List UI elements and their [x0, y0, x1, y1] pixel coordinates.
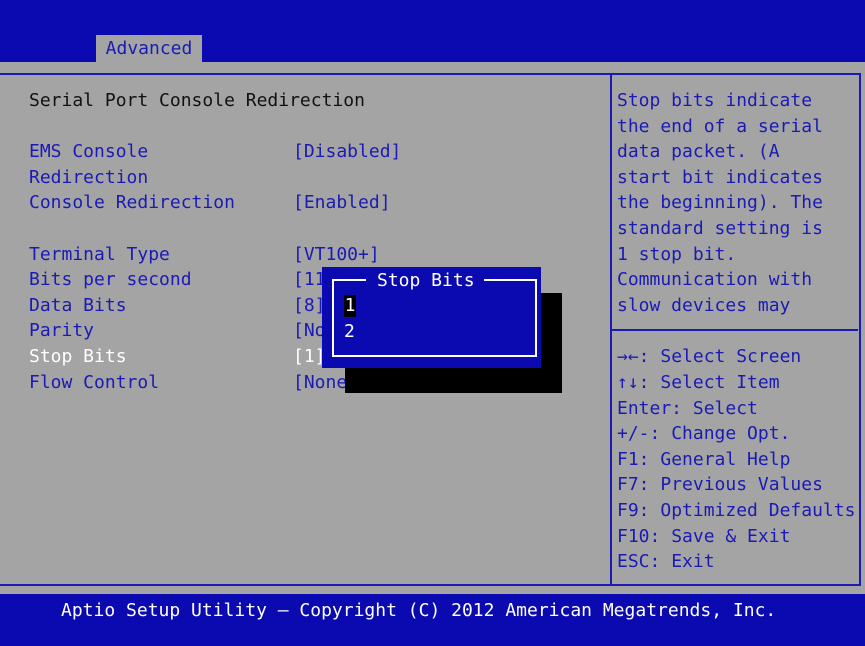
- key-name: F9:: [617, 500, 650, 521]
- key-help-item: F1: General Help: [617, 447, 790, 473]
- key-help-item: F7: Previous Values: [617, 472, 823, 498]
- key-name: Enter:: [617, 398, 683, 419]
- key-name: ↑↓:: [617, 372, 650, 393]
- setting-value-data-bits[interactable]: [8]: [293, 293, 326, 319]
- key-name: F10:: [617, 526, 661, 547]
- help-text-line: start bit indicates: [617, 167, 823, 188]
- help-text-line: Communication with: [617, 269, 813, 290]
- setting-value-console-redirection[interactable]: [Enabled]: [293, 190, 391, 216]
- setting-label-terminal-type[interactable]: Terminal Type: [29, 242, 170, 268]
- help-divider: [612, 329, 858, 331]
- key-action: General Help: [660, 449, 791, 470]
- setting-label-flow-control[interactable]: Flow Control: [29, 370, 159, 396]
- key-name: F7:: [617, 474, 650, 495]
- setting-label-ems-console[interactable]: EMS Console: [29, 139, 148, 165]
- page-title: Serial Port Console Redirection: [29, 90, 365, 111]
- setting-label-parity[interactable]: Parity: [29, 318, 94, 344]
- key-action: Save & Exit: [671, 526, 791, 547]
- key-action: Optimized Defaults: [660, 500, 856, 521]
- key-name: +/-:: [617, 423, 661, 444]
- popup-option-1[interactable]: 1: [344, 295, 356, 317]
- popup-border-top-right: [484, 279, 537, 281]
- key-name: →←:: [617, 346, 650, 367]
- popup-border-top-left: [332, 279, 366, 281]
- footer-copyright: Aptio Setup Utility – Copyright (C) 2012…: [61, 600, 777, 621]
- help-text-line: standard setting is: [617, 218, 823, 239]
- help-text-line: Stop bits indicate: [617, 90, 813, 111]
- help-text-line: data packet. (A: [617, 141, 780, 162]
- key-action: Exit: [671, 551, 715, 572]
- key-action: Select Screen: [660, 346, 802, 367]
- key-help-item: F10: Save & Exit: [617, 524, 790, 550]
- key-action: Previous Values: [660, 474, 823, 495]
- setting-value-flow-control[interactable]: [None: [293, 370, 347, 396]
- help-text-line: the beginning). The: [617, 192, 823, 213]
- setting-value-bits-per-second[interactable]: [11: [293, 267, 326, 293]
- key-help-item: →←: Select Screen: [617, 344, 801, 370]
- key-help-item: ESC: Exit: [617, 549, 715, 575]
- setting-label-data-bits[interactable]: Data Bits: [29, 293, 127, 319]
- key-action: Select: [692, 398, 758, 419]
- help-text-line: slow devices may: [617, 295, 791, 316]
- setting-value-ems-console[interactable]: [Disabled]: [293, 139, 401, 165]
- popup-title: Stop Bits: [377, 270, 475, 291]
- key-action: Change Opt.: [671, 423, 791, 444]
- key-help-item: Enter: Select: [617, 396, 758, 422]
- key-name: ESC:: [617, 551, 661, 572]
- setting-label-stop-bits[interactable]: Stop Bits: [29, 344, 127, 370]
- setting-label-bits-per-second[interactable]: Bits per second: [29, 267, 192, 293]
- key-help-item: F9: Optimized Defaults: [617, 498, 855, 524]
- setting-value-terminal-type[interactable]: [VT100+]: [293, 242, 380, 268]
- key-help-item: ↑↓: Select Item: [617, 370, 780, 396]
- tab-advanced[interactable]: Advanced: [96, 35, 202, 62]
- popup-option-2[interactable]: 2: [344, 319, 355, 345]
- setting-value-stop-bits[interactable]: [1]: [293, 344, 326, 370]
- setting-label-console-redirection[interactable]: Console Redirection: [29, 190, 235, 216]
- key-name: F1:: [617, 449, 650, 470]
- help-text-line: 1 stop bit.: [617, 244, 737, 265]
- help-text-line: the end of a serial: [617, 116, 823, 137]
- setting-value-parity[interactable]: [No: [293, 318, 326, 344]
- key-action: Select Item: [660, 372, 780, 393]
- setting-label-ems-console-line2[interactable]: Redirection: [29, 165, 148, 191]
- key-help-item: +/-: Change Opt.: [617, 421, 790, 447]
